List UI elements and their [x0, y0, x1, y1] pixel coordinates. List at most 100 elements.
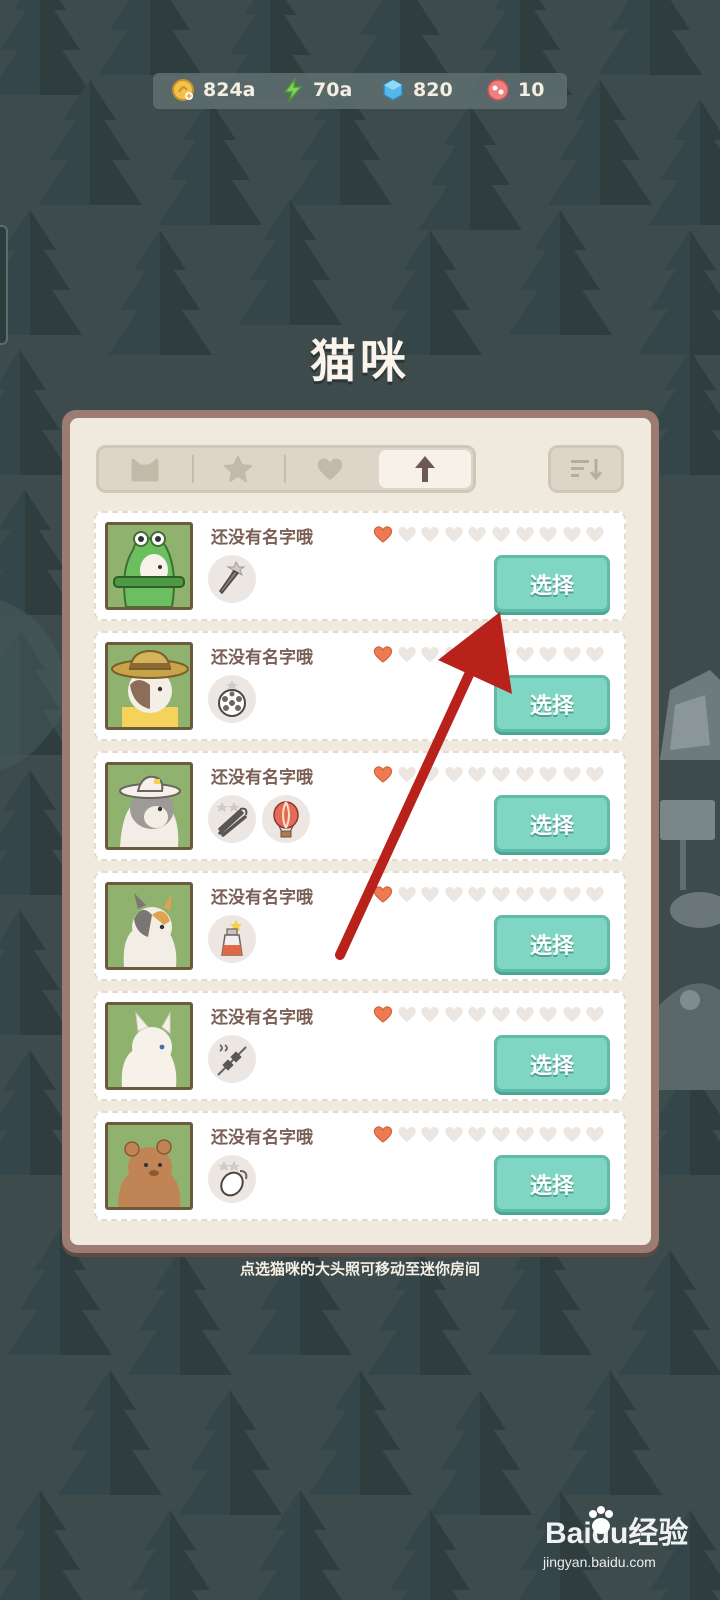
cat-avatar-white[interactable]	[105, 1002, 193, 1090]
cat-row: 还没有名字哦 选择	[94, 511, 626, 621]
gem-icon	[383, 79, 403, 101]
tab-cats[interactable]	[99, 448, 192, 490]
watermark-logo: Baidu经验	[545, 1517, 689, 1550]
sort-button[interactable]	[548, 445, 624, 493]
tab-favorites[interactable]	[191, 448, 285, 490]
page-title: 猫咪	[310, 334, 410, 388]
cat-name: 还没有名字哦	[211, 528, 313, 548]
currency-coins[interactable]: 824a	[171, 78, 255, 102]
heart-empty-icon	[539, 1126, 557, 1142]
heart-empty-icon	[515, 766, 534, 782]
heart-empty-icon	[492, 526, 510, 542]
currency-bar: 824a 70a 820 10	[153, 73, 567, 109]
affection-hearts	[373, 525, 609, 543]
cat-avatar-hat-gray[interactable]	[105, 762, 193, 850]
cat-row: 还没有名字哦 选择	[94, 871, 626, 981]
select-button[interactable]: 选择	[494, 555, 610, 612]
heart-empty-icon	[539, 886, 557, 902]
heart-filled-icon	[373, 526, 393, 543]
heart-empty-icon	[586, 766, 605, 782]
heart-empty-icon	[397, 1006, 416, 1022]
heart-empty-icon	[397, 526, 416, 542]
heart-empty-icon	[445, 646, 463, 662]
heart-empty-icon	[563, 886, 581, 902]
select-button[interactable]: 选择	[494, 795, 610, 852]
background-scenery	[650, 650, 720, 1090]
favorite-items	[208, 1155, 262, 1203]
heart-empty-icon	[515, 646, 534, 662]
hint-text: 点选猫咪的大头照可移动至迷你房间	[239, 1260, 480, 1278]
heart-empty-icon	[515, 526, 534, 542]
energy-count: 70a	[313, 79, 353, 101]
coin-icon	[172, 79, 194, 101]
affection-hearts	[373, 885, 609, 903]
heart-filled-icon	[373, 1126, 393, 1143]
cat-head-icon	[131, 458, 159, 482]
heart-empty-icon	[563, 766, 581, 782]
heart-empty-icon	[492, 646, 510, 662]
heart-empty-icon	[586, 646, 605, 662]
coin-count: 824a	[203, 79, 256, 101]
candy-count: 10	[518, 79, 545, 101]
heart-empty-icon	[468, 1006, 487, 1022]
hot-air-balloon-icon	[262, 795, 310, 843]
tab-sort-ascending[interactable]	[378, 450, 471, 488]
heart-empty-icon	[445, 886, 463, 902]
heart-empty-icon	[421, 646, 439, 662]
lotus-root-icon	[208, 675, 256, 723]
cat-avatar-calico[interactable]	[105, 882, 193, 970]
cat-name: 还没有名字哦	[211, 1128, 313, 1148]
heart-empty-icon	[586, 526, 605, 542]
celery-icon	[208, 795, 256, 843]
heart-empty-icon	[421, 766, 439, 782]
heart-empty-icon	[492, 766, 510, 782]
heart-empty-icon	[539, 646, 557, 662]
heart-empty-icon	[397, 1126, 416, 1142]
heart-empty-icon	[397, 646, 416, 662]
cat-row: 还没有名字哦 选择	[94, 631, 626, 741]
watermark-url: jingyan.baidu.com	[543, 1554, 656, 1570]
cat-avatar-straw-hat[interactable]	[105, 642, 193, 730]
heart-empty-icon	[515, 886, 534, 902]
filter-tabs	[96, 445, 476, 493]
heart-empty-icon	[468, 526, 487, 542]
heart-empty-icon	[492, 1126, 510, 1142]
currency-candy[interactable]: 10	[486, 78, 544, 102]
energy-bolt-icon	[283, 78, 303, 102]
favorite-items	[208, 795, 316, 843]
cat-avatar-frog-hood[interactable]	[105, 522, 193, 610]
heart-empty-icon	[445, 526, 463, 542]
heart-empty-icon	[539, 766, 557, 782]
carrot-icon	[208, 555, 256, 603]
select-button[interactable]: 选择	[494, 915, 610, 972]
select-button[interactable]: 选择	[494, 675, 610, 732]
heart-empty-icon	[421, 886, 439, 902]
select-button[interactable]: 选择	[494, 1035, 610, 1092]
heart-empty-icon	[563, 1126, 581, 1142]
cat-row: 还没有名字哦 选择	[94, 991, 626, 1101]
gem-count: 820	[413, 79, 453, 101]
tab-affection[interactable]	[284, 448, 377, 490]
heart-empty-icon	[586, 1126, 605, 1142]
heart-empty-icon	[563, 646, 581, 662]
cat-name: 还没有名字哦	[211, 768, 313, 788]
heart-empty-icon	[468, 766, 487, 782]
cat-list-panel: 还没有名字哦 选择 还没有名字哦 选择 还没有名字哦 选择 还没有名字哦 选择 …	[62, 410, 659, 1253]
cat-avatar-bear[interactable]	[105, 1122, 193, 1210]
baidu-watermark: Baidu经验 jingyan.baidu.com	[535, 1502, 715, 1582]
cat-row: 还没有名字哦 选择	[94, 751, 626, 861]
heart-icon	[318, 458, 343, 480]
currency-gems[interactable]: 820	[381, 78, 453, 102]
select-button[interactable]: 选择	[494, 1155, 610, 1212]
currency-energy[interactable]: 70a	[281, 78, 352, 102]
heart-empty-icon	[515, 1006, 534, 1022]
heart-empty-icon	[468, 886, 487, 902]
heart-empty-icon	[586, 886, 605, 902]
heart-empty-icon	[397, 886, 416, 902]
affection-hearts	[373, 645, 609, 663]
star-icon	[223, 456, 252, 482]
heart-empty-icon	[586, 1006, 605, 1022]
cat-name: 还没有名字哦	[211, 1008, 313, 1028]
heart-filled-icon	[373, 1006, 393, 1023]
heart-empty-icon	[539, 1006, 557, 1022]
